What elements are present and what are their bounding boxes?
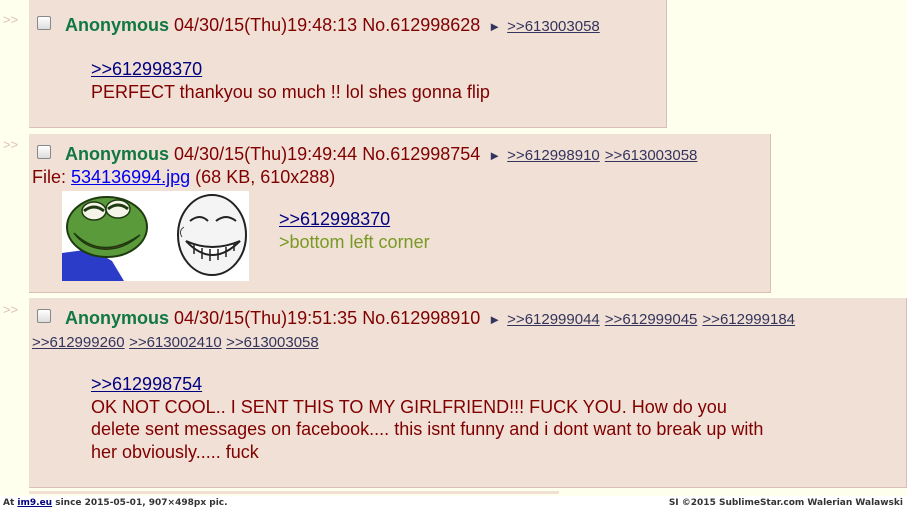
post-datetime: 04/30/15(Thu)19:48:13 (174, 15, 358, 35)
quote-link[interactable]: >>612998370 (91, 58, 490, 81)
footer-credit: SI ©2015 SublimeStar.com Walerian Walaws… (668, 498, 903, 508)
footer-left: At im9.eu since 2015-05-01, 907×498px pi… (3, 498, 228, 508)
reply-backlink[interactable]: >>613003058 (605, 147, 698, 164)
select-post-checkbox[interactable] (37, 145, 51, 159)
reply-backlink[interactable]: >>612999044 (507, 311, 600, 328)
reply-backlink[interactable]: >>612999260 (32, 334, 125, 351)
file-link[interactable]: 534136994.jpg (71, 167, 190, 187)
quote-link[interactable]: >>612998370 (279, 208, 430, 231)
reply-backlink[interactable]: >>613002410 (129, 334, 222, 351)
footer-prefix: At (3, 498, 15, 508)
post-datetime: 04/30/15(Thu)19:51:35 (174, 308, 358, 328)
post-message: >>612998370 PERFECT thankyou so much !! … (91, 58, 490, 103)
watermark-footer: At im9.eu since 2015-05-01, 907×498px pi… (0, 496, 907, 510)
post-side-marker: >> (3, 302, 19, 317)
file-info-line: File: 534136994.jpg (68 KB, 610x288) (32, 167, 335, 188)
post-body-line: OK NOT COOL.. I SENT THIS TO MY GIRLFRIE… (91, 396, 727, 417)
post-612998754: Anonymous 04/30/15(Thu)19:49:44 No.61299… (29, 134, 771, 293)
file-meta: (68 KB, 610x288) (195, 167, 336, 187)
post-body-text: PERFECT thankyou so much !! lol shes gon… (91, 81, 490, 102)
select-post-checkbox[interactable] (37, 309, 51, 323)
post-message: >>612998754 OK NOT COOL.. I SENT THIS TO… (91, 373, 871, 463)
file-label: File: (32, 167, 67, 187)
post-menu-arrow-icon[interactable]: ► (488, 148, 501, 163)
post-header: Anonymous 04/30/15(Thu)19:48:13 No.61299… (37, 15, 600, 36)
post-menu-arrow-icon[interactable]: ► (488, 312, 501, 327)
post-number[interactable]: No.612998628 (362, 15, 480, 35)
select-post-checkbox[interactable] (37, 16, 51, 30)
reply-backlink[interactable]: >>612999184 (702, 311, 795, 328)
post-number[interactable]: No.612998754 (362, 144, 480, 164)
post-menu-arrow-icon[interactable]: ► (488, 19, 501, 34)
post-message: >>612998370 >bottom left corner (279, 208, 430, 253)
footer-site-link[interactable]: im9.eu (17, 498, 52, 508)
post-side-marker: >> (3, 137, 19, 152)
reply-backlink[interactable]: >>613003058 (507, 18, 600, 35)
post-edge (29, 491, 559, 494)
greentext-line: >bottom left corner (279, 231, 430, 252)
reply-backlink[interactable]: >>612999045 (605, 311, 698, 328)
reply-backlink[interactable]: >>612998910 (507, 147, 600, 164)
post-number[interactable]: No.612998910 (362, 308, 480, 328)
post-datetime: 04/30/15(Thu)19:49:44 (174, 144, 358, 164)
post-header: Anonymous 04/30/15(Thu)19:51:35 No.61299… (37, 308, 795, 329)
post-612998628: Anonymous 04/30/15(Thu)19:48:13 No.61299… (29, 0, 667, 128)
post-side-marker: >> (3, 12, 19, 27)
footer-suffix: since 2015-05-01, 907×498px pic. (55, 498, 228, 508)
post-body-line: delete sent messages on facebook.... thi… (91, 419, 764, 439)
post-body-line: her obviously..... fuck (91, 441, 259, 462)
post-612998910: Anonymous 04/30/15(Thu)19:51:35 No.61299… (29, 298, 907, 488)
quote-link[interactable]: >>612998754 (91, 373, 871, 396)
post-thumbnail-image[interactable] (62, 191, 249, 281)
reply-backlink[interactable]: >>613003058 (226, 334, 319, 351)
poster-name: Anonymous (65, 144, 170, 164)
poster-name: Anonymous (65, 308, 170, 328)
backlinks-row: >>612999260 >>613002410 >>613003058 (32, 334, 319, 352)
poster-name: Anonymous (65, 15, 170, 35)
post-header: Anonymous 04/30/15(Thu)19:49:44 No.61299… (37, 144, 697, 165)
